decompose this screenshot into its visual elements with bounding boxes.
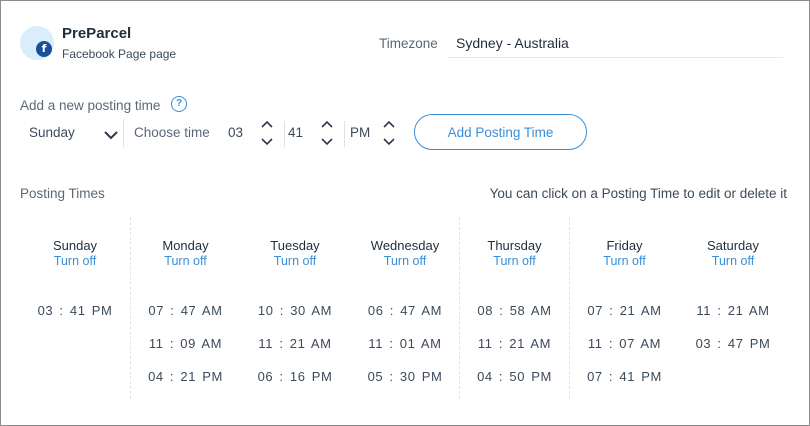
turn-off-link[interactable]: Turn off <box>350 254 460 268</box>
posting-time-slot[interactable]: 10 : 30 AM <box>240 299 350 323</box>
day-column-saturday: Saturday Turn off 11 : 21 AM 03 : 47 PM <box>678 217 788 399</box>
posting-time-slot[interactable]: 06 : 16 PM <box>240 365 350 389</box>
posting-time-slot[interactable]: 05 : 30 PM <box>350 365 460 389</box>
turn-off-link[interactable]: Turn off <box>678 254 788 268</box>
timezone-field[interactable]: Sydney - Australia <box>448 28 783 58</box>
chevron-up-icon <box>383 120 395 128</box>
add-posting-time-label: Add a new posting time <box>20 98 161 113</box>
posting-schedule-panel: f PreParcel Facebook Page page Timezone … <box>0 0 810 426</box>
divider <box>284 121 285 147</box>
hour-value[interactable]: 03 <box>228 125 243 140</box>
posting-time-slot[interactable]: 07 : 41 PM <box>570 365 679 389</box>
add-posting-time-button[interactable]: Add Posting Time <box>414 114 587 150</box>
posting-time-slot[interactable]: 11 : 21 AM <box>240 332 350 356</box>
posting-time-slot[interactable]: 07 : 47 AM <box>131 299 240 323</box>
day-name: Sunday <box>52 238 98 253</box>
day-name: Monday <box>162 238 209 253</box>
day-name: Thursday <box>487 238 542 253</box>
minute-value[interactable]: 41 <box>288 125 303 140</box>
posting-time-slot[interactable]: 04 : 21 PM <box>131 365 240 389</box>
day-column-tuesday: Tuesday Turn off 10 : 30 AM 11 : 21 AM 0… <box>240 217 350 399</box>
day-column-wednesday: Wednesday Turn off 06 : 47 AM 11 : 01 AM… <box>350 217 460 399</box>
turn-off-link[interactable]: Turn off <box>240 254 350 268</box>
chevron-down-icon <box>321 138 333 146</box>
turn-off-link[interactable]: Turn off <box>570 254 679 268</box>
period-stepper[interactable] <box>381 119 397 147</box>
posting-time-slot[interactable]: 06 : 47 AM <box>350 299 460 323</box>
day-column-sunday: Sunday Turn off 03 : 41 PM <box>20 217 130 399</box>
account-type: Facebook Page page <box>62 47 177 61</box>
account-name: PreParcel <box>62 25 132 42</box>
chevron-up-icon <box>261 120 273 128</box>
minute-stepper[interactable] <box>319 119 335 147</box>
posting-times-label: Posting Times <box>20 186 105 201</box>
day-name: Friday <box>606 238 643 253</box>
day-name: Saturday <box>706 238 760 253</box>
posting-time-slot[interactable]: 04 : 50 PM <box>460 365 569 389</box>
posting-time-slot[interactable]: 11 : 21 AM <box>678 299 788 323</box>
posting-time-slot[interactable]: 08 : 58 AM <box>460 299 569 323</box>
posting-time-slot[interactable]: 11 : 21 AM <box>460 332 569 356</box>
chevron-down-icon <box>383 138 395 146</box>
posting-time-slot[interactable]: 11 : 01 AM <box>350 332 460 356</box>
day-name: Wednesday <box>370 238 440 253</box>
turn-off-link[interactable]: Turn off <box>460 254 569 268</box>
day-name: Tuesday <box>270 238 320 253</box>
posting-time-slot[interactable]: 11 : 09 AM <box>131 332 240 356</box>
posting-time-slot[interactable]: 03 : 47 PM <box>678 332 788 356</box>
timezone-label: Timezone <box>379 36 438 51</box>
divider <box>344 121 345 147</box>
posting-times-grid: Sunday Turn off 03 : 41 PM Monday Turn o… <box>20 217 788 399</box>
chevron-down-icon <box>104 127 118 145</box>
day-column-monday: Monday Turn off 07 : 47 AM 11 : 09 AM 04… <box>130 217 240 399</box>
period-value[interactable]: PM <box>350 125 370 140</box>
day-column-thursday: Thursday Turn off 08 : 58 AM 11 : 21 AM … <box>459 217 569 399</box>
day-select-value: Sunday <box>29 125 75 140</box>
help-icon[interactable]: ? <box>171 96 187 112</box>
hour-stepper[interactable] <box>259 119 275 147</box>
choose-time-label: Choose time <box>134 125 210 140</box>
chevron-up-icon <box>321 120 333 128</box>
posting-time-slot[interactable]: 07 : 21 AM <box>570 299 679 323</box>
posting-time-slot[interactable]: 11 : 07 AM <box>570 332 679 356</box>
posting-times-hint: You can click on a Posting Time to edit … <box>489 186 787 201</box>
facebook-icon: f <box>36 41 52 57</box>
posting-time-slot[interactable]: 03 : 41 PM <box>20 299 130 323</box>
turn-off-link[interactable]: Turn off <box>20 254 130 268</box>
day-select[interactable]: Sunday <box>20 119 124 147</box>
day-column-friday: Friday Turn off 07 : 21 AM 11 : 07 AM 07… <box>569 217 679 399</box>
chevron-down-icon <box>261 138 273 146</box>
turn-off-link[interactable]: Turn off <box>131 254 240 268</box>
